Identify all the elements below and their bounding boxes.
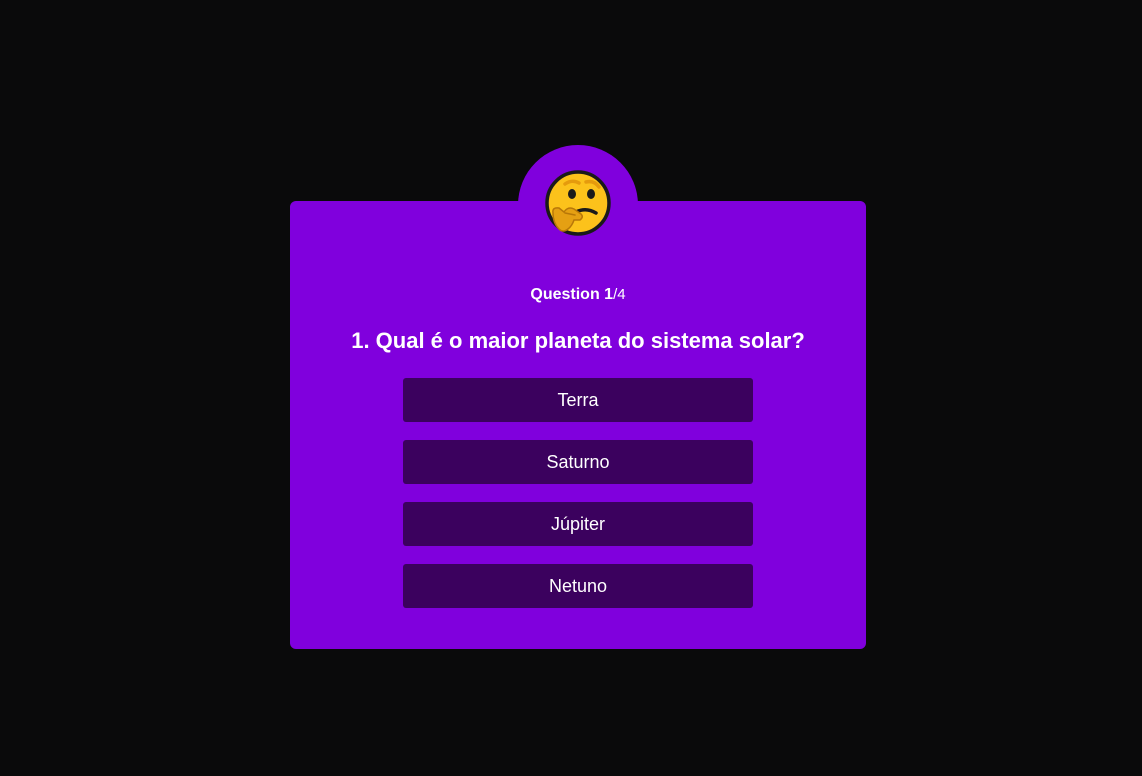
answer-option-jupiter[interactable]: Júpiter (403, 502, 753, 546)
answer-option-terra[interactable]: Terra (403, 378, 753, 422)
question-counter-current: Question 1 (530, 286, 614, 303)
thinking-face-icon (545, 170, 611, 236)
question-counter: Question 1/4 (290, 285, 866, 305)
question-counter-total: /4 (613, 286, 626, 303)
question-text: 1. Qual é o maior planeta do sistema sol… (351, 328, 805, 353)
answer-option-netuno[interactable]: Netuno (403, 564, 753, 608)
answer-option-saturno[interactable]: Saturno (403, 440, 753, 484)
